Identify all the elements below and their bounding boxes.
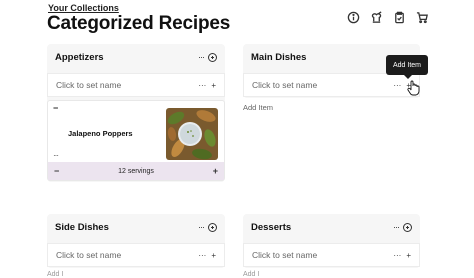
more-options-icon[interactable]: ··· <box>198 52 205 62</box>
set-name-field[interactable]: Click to set name ··· + <box>243 73 420 97</box>
add-item-tooltip: Add Item <box>386 55 428 79</box>
row-menu-icon[interactable]: ··· <box>393 81 401 90</box>
chef-hat-icon[interactable] <box>369 10 383 24</box>
set-name-field[interactable]: Click to set name ··· + <box>243 243 420 267</box>
category-title: Appetizers <box>55 51 104 63</box>
row-menu-icon[interactable]: ··· <box>393 251 401 260</box>
add-circle-icon[interactable] <box>403 222 412 232</box>
add-circle-icon[interactable] <box>208 222 217 232</box>
category-card-desserts: Desserts ··· Click to set name ··· + <box>243 214 420 268</box>
recipe-image <box>166 108 218 160</box>
add-item-link[interactable]: Add I <box>243 271 259 278</box>
category-header: Appetizers ··· <box>47 44 225 70</box>
increase-servings-button[interactable]: + <box>213 166 218 176</box>
drag-handle-icon[interactable]: ··· <box>53 151 59 160</box>
add-item-link[interactable]: Add I <box>47 271 63 278</box>
category-header: Desserts ··· <box>243 214 420 240</box>
category-title: Side Dishes <box>55 221 109 233</box>
header-toolbar <box>346 10 429 24</box>
set-name-placeholder: Click to set name <box>252 250 318 260</box>
add-item-link[interactable]: Add Item <box>243 103 273 112</box>
hand-pointer-icon <box>407 80 421 96</box>
cart-icon[interactable] <box>415 10 429 24</box>
set-name-field[interactable]: Click to set name ··· + <box>47 73 225 97</box>
info-icon[interactable] <box>346 10 360 24</box>
more-options-icon[interactable]: ··· <box>393 222 400 232</box>
category-card-side-dishes: Side Dishes ··· Click to set name ··· + <box>47 214 225 268</box>
row-menu-icon[interactable]: ··· <box>198 251 206 260</box>
row-plus-icon[interactable]: + <box>211 251 216 260</box>
row-menu-icon[interactable]: ··· <box>198 81 206 90</box>
clipboard-icon[interactable] <box>392 10 406 24</box>
servings-bar: − 12 servings + <box>48 162 224 180</box>
set-name-placeholder: Click to set name <box>252 80 318 90</box>
set-name-placeholder: Click to set name <box>56 250 122 260</box>
set-name-field[interactable]: Click to set name ··· + <box>47 243 225 267</box>
recipe-name[interactable]: Jalapeno Poppers <box>68 129 133 138</box>
add-circle-icon[interactable] <box>208 52 217 62</box>
category-header: Side Dishes ··· <box>47 214 225 240</box>
recipe-card[interactable]: − Jalapeno Poppers ··· − 12 servings + <box>47 100 225 181</box>
more-options-icon[interactable]: ··· <box>198 222 205 232</box>
page-title: Categorized Recipes <box>47 13 231 34</box>
breadcrumb[interactable]: Your Collections <box>48 3 119 13</box>
set-name-placeholder: Click to set name <box>56 80 122 90</box>
row-plus-icon[interactable]: + <box>406 251 411 260</box>
servings-count: 12 servings <box>118 167 154 175</box>
category-title: Desserts <box>251 221 292 233</box>
collapse-icon[interactable]: − <box>53 103 58 113</box>
row-plus-icon[interactable]: + <box>211 81 216 90</box>
